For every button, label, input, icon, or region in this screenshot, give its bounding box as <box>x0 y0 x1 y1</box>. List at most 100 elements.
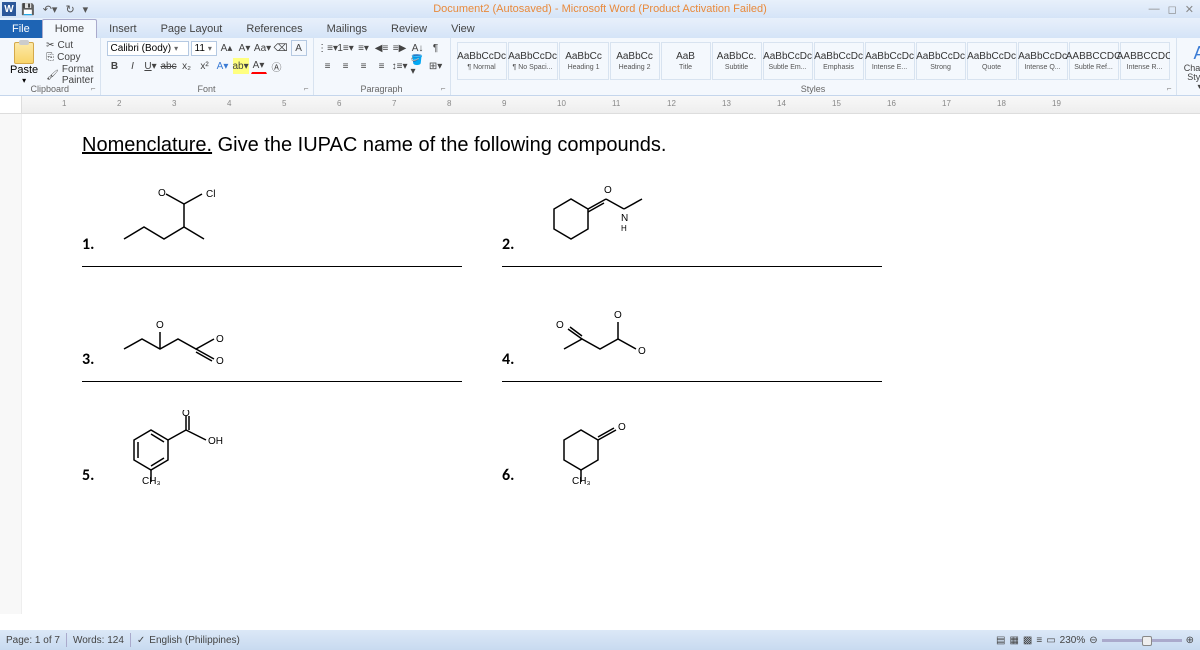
tab-mailings[interactable]: Mailings <box>315 20 379 38</box>
align-left-icon[interactable]: ≡ <box>320 58 336 74</box>
brush-icon: 🖌 <box>46 70 59 81</box>
undo-icon[interactable]: ↶▾ <box>40 3 61 16</box>
char-border-icon[interactable]: A <box>291 40 307 56</box>
enclose-icon[interactable]: Ⓐ <box>269 58 285 74</box>
style-item[interactable]: AaBbCcDcIntense E... <box>865 42 915 80</box>
align-right-icon[interactable]: ≡ <box>356 58 372 74</box>
bullets-icon[interactable]: ⋮≡▾ <box>320 40 336 56</box>
tab-view[interactable]: View <box>439 20 487 38</box>
scissors-icon: ✂ <box>46 40 54 51</box>
close-icon[interactable]: ✕ <box>1185 3 1194 16</box>
shrink-font-icon[interactable]: A▾ <box>237 40 253 56</box>
style-item[interactable]: AaBbCcDcEmphasis <box>814 42 864 80</box>
style-item[interactable]: AABBCCDCSubtle Ref... <box>1069 42 1119 80</box>
text-effects-icon[interactable]: A▾ <box>215 58 231 74</box>
structure-5: OOHCH₃ <box>114 410 254 485</box>
style-item[interactable]: AABBCCDCIntense R... <box>1120 42 1170 80</box>
cut-button[interactable]: ✂Cut <box>46 40 93 51</box>
change-styles-button[interactable]: A Change Styles ▾ <box>1183 43 1200 91</box>
tab-file[interactable]: File <box>0 20 42 38</box>
zoom-slider[interactable] <box>1102 639 1182 642</box>
inc-indent-icon[interactable]: ≡▶ <box>392 40 408 56</box>
style-item[interactable]: AaBbCcDc¶ Normal <box>457 42 507 80</box>
borders-icon[interactable]: ⊞▾ <box>428 58 444 74</box>
qat-more-icon[interactable]: ▾ <box>80 3 92 16</box>
format-painter-button[interactable]: 🖌Format Painter <box>46 64 93 86</box>
view-outline-icon[interactable]: ≡ <box>1036 635 1042 646</box>
svg-text:O: O <box>158 188 166 199</box>
highlight-icon[interactable]: ab▾ <box>233 58 249 74</box>
structure-6: OCH₃ <box>534 410 674 485</box>
style-item[interactable]: AaBbCcHeading 2 <box>610 42 660 80</box>
sort-icon[interactable]: A↓ <box>410 40 426 56</box>
horizontal-ruler[interactable]: 12345678910111213141516171819 <box>22 96 1200 113</box>
change-case-icon[interactable]: Aa▾ <box>255 40 271 56</box>
styles-gallery[interactable]: AaBbCcDc¶ NormalAaBbCcDc¶ No Spaci...AaB… <box>457 40 1170 82</box>
compound-num: 5. <box>82 466 94 485</box>
vertical-ruler[interactable] <box>0 114 22 614</box>
copy-button[interactable]: ⎘Copy <box>46 52 93 63</box>
clear-format-icon[interactable]: ⌫ <box>273 40 289 56</box>
style-item[interactable]: AaBbCcDcQuote <box>967 42 1017 80</box>
structure-2: ONH <box>534 179 674 254</box>
svg-text:H: H <box>621 224 627 233</box>
change-styles-icon: A <box>1194 43 1200 64</box>
zoom-out-icon[interactable]: ⊖ <box>1089 635 1097 646</box>
status-words[interactable]: Words: 124 <box>73 635 124 646</box>
font-size-combo[interactable]: 11 <box>191 41 217 56</box>
tab-review[interactable]: Review <box>379 20 439 38</box>
line-spacing-icon[interactable]: ↕≡▾ <box>392 58 408 74</box>
dec-indent-icon[interactable]: ◀≡ <box>374 40 390 56</box>
style-item[interactable]: AaBbCc.Subtitle <box>712 42 762 80</box>
multilevel-icon[interactable]: ≡▾ <box>356 40 372 56</box>
maximize-icon[interactable]: ◻ <box>1168 3 1177 16</box>
svg-text:O: O <box>614 310 622 321</box>
paste-label: Paste <box>10 64 38 76</box>
zoom-in-icon[interactable]: ⊕ <box>1186 635 1194 646</box>
shading-icon[interactable]: 🪣▾ <box>410 58 426 74</box>
style-item[interactable]: AaBbCcDcSubtle Em... <box>763 42 813 80</box>
spellcheck-icon[interactable]: ✓ <box>137 635 145 646</box>
underline-button[interactable]: U▾ <box>143 58 159 74</box>
style-item[interactable]: AaBbCcDc¶ No Spaci... <box>508 42 558 80</box>
tab-references[interactable]: References <box>234 20 314 38</box>
bold-button[interactable]: B <box>107 58 123 74</box>
style-item[interactable]: AaBTitle <box>661 42 711 80</box>
view-draft-icon[interactable]: ▭ <box>1046 635 1055 646</box>
tab-home[interactable]: Home <box>42 19 97 38</box>
status-page[interactable]: Page: 1 of 7 <box>6 635 60 646</box>
grow-font-icon[interactable]: A▴ <box>219 40 235 56</box>
tab-insert[interactable]: Insert <box>97 20 149 38</box>
font-name-combo[interactable]: Calibri (Body) <box>107 41 189 56</box>
align-center-icon[interactable]: ≡ <box>338 58 354 74</box>
view-web-icon[interactable]: ▩ <box>1023 635 1032 646</box>
structure-4: OOO <box>534 294 674 369</box>
zoom-level[interactable]: 230% <box>1060 635 1086 646</box>
style-item[interactable]: AaBbCcHeading 1 <box>559 42 609 80</box>
italic-button[interactable]: I <box>125 58 141 74</box>
minimize-icon[interactable]: — <box>1149 3 1160 16</box>
font-color-icon[interactable]: A▾ <box>251 58 267 74</box>
compound-num: 2. <box>502 235 514 254</box>
style-item[interactable]: AaBbCcDcStrong <box>916 42 966 80</box>
show-marks-icon[interactable]: ¶ <box>428 40 444 56</box>
word-icon: W <box>2 2 16 16</box>
view-print-icon[interactable]: ▤ <box>996 635 1005 646</box>
superscript-button[interactable]: x² <box>197 58 213 74</box>
svg-text:O: O <box>604 185 612 196</box>
justify-icon[interactable]: ≡ <box>374 58 390 74</box>
style-item[interactable]: AaBbCcDcIntense Q... <box>1018 42 1068 80</box>
strike-button[interactable]: abc <box>161 58 177 74</box>
view-full-icon[interactable]: ▦ <box>1009 635 1018 646</box>
svg-text:O: O <box>216 334 224 345</box>
compound-num: 6. <box>502 466 514 485</box>
redo-icon[interactable]: ↻ <box>62 3 77 16</box>
tab-page-layout[interactable]: Page Layout <box>149 20 235 38</box>
numbering-icon[interactable]: 1≡▾ <box>338 40 354 56</box>
compound-num: 1. <box>82 235 94 254</box>
svg-text:CH₃: CH₃ <box>572 476 591 485</box>
subscript-button[interactable]: x₂ <box>179 58 195 74</box>
status-language[interactable]: English (Philippines) <box>149 635 240 646</box>
svg-text:Cl: Cl <box>206 189 215 200</box>
save-icon[interactable]: 💾 <box>18 3 38 16</box>
